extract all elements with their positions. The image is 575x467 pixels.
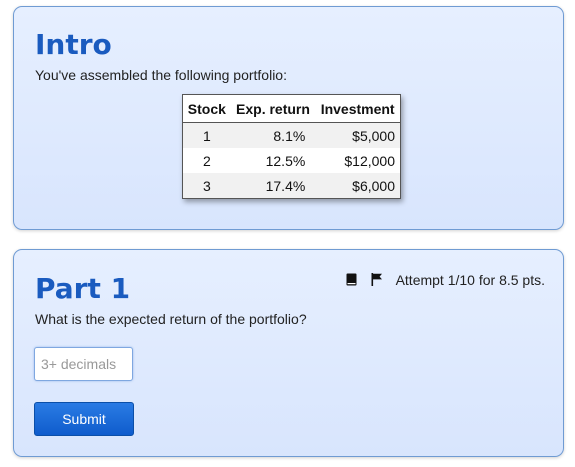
flag-icon[interactable]	[371, 273, 383, 287]
cell-investment: $6,000	[315, 173, 400, 198]
portfolio-table: Stock Exp. return Investment 1 8.1% $5,0…	[182, 94, 401, 199]
table-row: 3 17.4% $6,000	[183, 173, 400, 198]
part1-card: Part 1 Attempt 1/10 for 8.5 pts. What is…	[13, 249, 564, 457]
table-row: 2 12.5% $12,000	[183, 148, 400, 173]
attempt-text: Attempt 1/10 for 8.5 pts.	[395, 272, 545, 288]
cell-exp-return: 17.4%	[230, 173, 316, 198]
part1-title: Part 1	[35, 272, 131, 305]
cell-stock: 2	[202, 153, 211, 169]
column-header-investment: Investment	[315, 95, 400, 123]
table-header-row: Stock Exp. return Investment	[183, 95, 400, 123]
intro-card: Intro You've assembled the following por…	[13, 6, 564, 230]
table-row: 1 8.1% $5,000	[183, 122, 400, 148]
book-icon[interactable]	[346, 273, 358, 287]
cell-investment: $12,000	[344, 153, 395, 169]
intro-title: Intro	[35, 28, 112, 61]
attempt-bar: Attempt 1/10 for 8.5 pts.	[346, 272, 545, 288]
submit-button[interactable]: Submit	[34, 402, 134, 436]
answer-input[interactable]	[34, 347, 133, 381]
column-header-stock: Stock	[183, 95, 231, 123]
cell-stock: 1	[183, 122, 231, 148]
cell-exp-return: 8.1%	[230, 122, 316, 148]
column-header-exp-return: Exp. return	[230, 95, 316, 123]
cell-investment: $5,000	[315, 122, 400, 148]
part1-question: What is the expected return of the portf…	[35, 311, 307, 327]
intro-text: You've assembled the following portfolio…	[35, 67, 287, 83]
cell-exp-return: 12.5%	[265, 153, 306, 169]
cell-stock: 3	[183, 173, 231, 198]
